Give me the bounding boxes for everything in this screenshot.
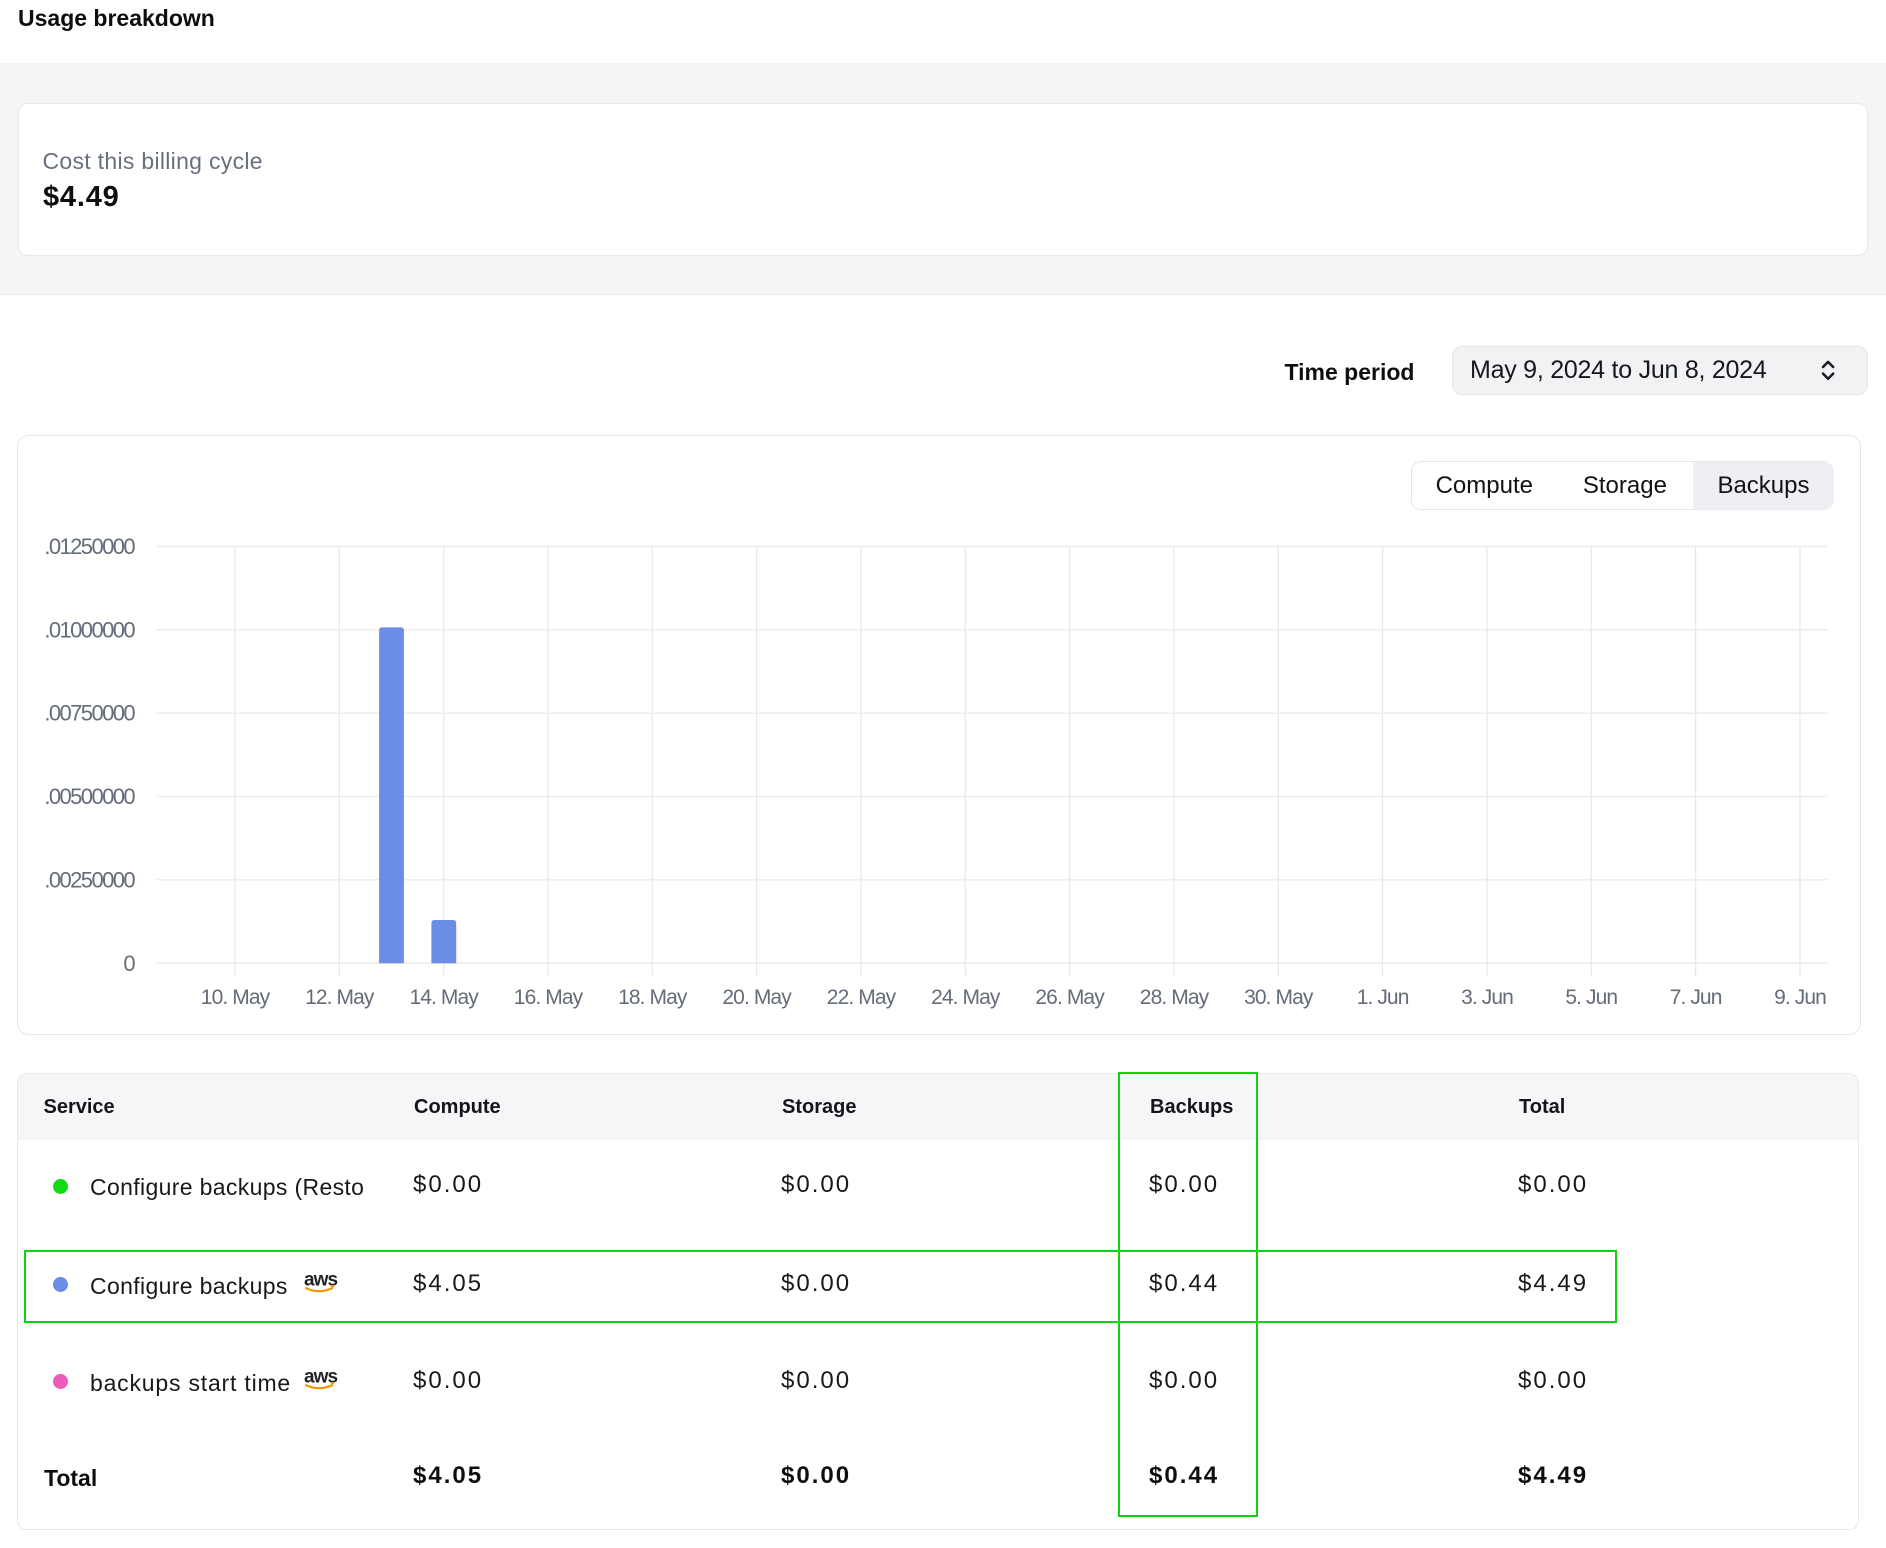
svg-text:10. May: 10. May <box>201 986 271 1009</box>
svg-text:24. May: 24. May <box>931 986 1001 1009</box>
svg-text:20. May: 20. May <box>722 986 792 1009</box>
svg-text:0: 0 <box>123 951 135 976</box>
svg-text:30. May: 30. May <box>1244 986 1314 1009</box>
svg-text:.00500000: .00500000 <box>44 784 135 809</box>
svg-text:16. May: 16. May <box>514 986 584 1009</box>
svg-text:18. May: 18. May <box>618 986 688 1009</box>
svg-text:.00250000: .00250000 <box>44 867 135 892</box>
svg-text:22. May: 22. May <box>827 986 897 1009</box>
svg-text:1. Jun: 1. Jun <box>1357 986 1409 1009</box>
svg-text:3. Jun: 3. Jun <box>1461 986 1513 1009</box>
svg-text:.00750000: .00750000 <box>44 701 135 726</box>
svg-text:5. Jun: 5. Jun <box>1565 986 1617 1009</box>
svg-text:7. Jun: 7. Jun <box>1670 986 1722 1009</box>
svg-text:14. May: 14. May <box>409 986 479 1009</box>
svg-text:9. Jun: 9. Jun <box>1774 986 1826 1009</box>
svg-text:.01000000: .01000000 <box>44 617 135 642</box>
svg-text:26. May: 26. May <box>1035 986 1105 1009</box>
svg-text:12. May: 12. May <box>305 986 375 1009</box>
svg-text:28. May: 28. May <box>1140 986 1210 1009</box>
svg-text:.01250000: .01250000 <box>44 534 135 559</box>
